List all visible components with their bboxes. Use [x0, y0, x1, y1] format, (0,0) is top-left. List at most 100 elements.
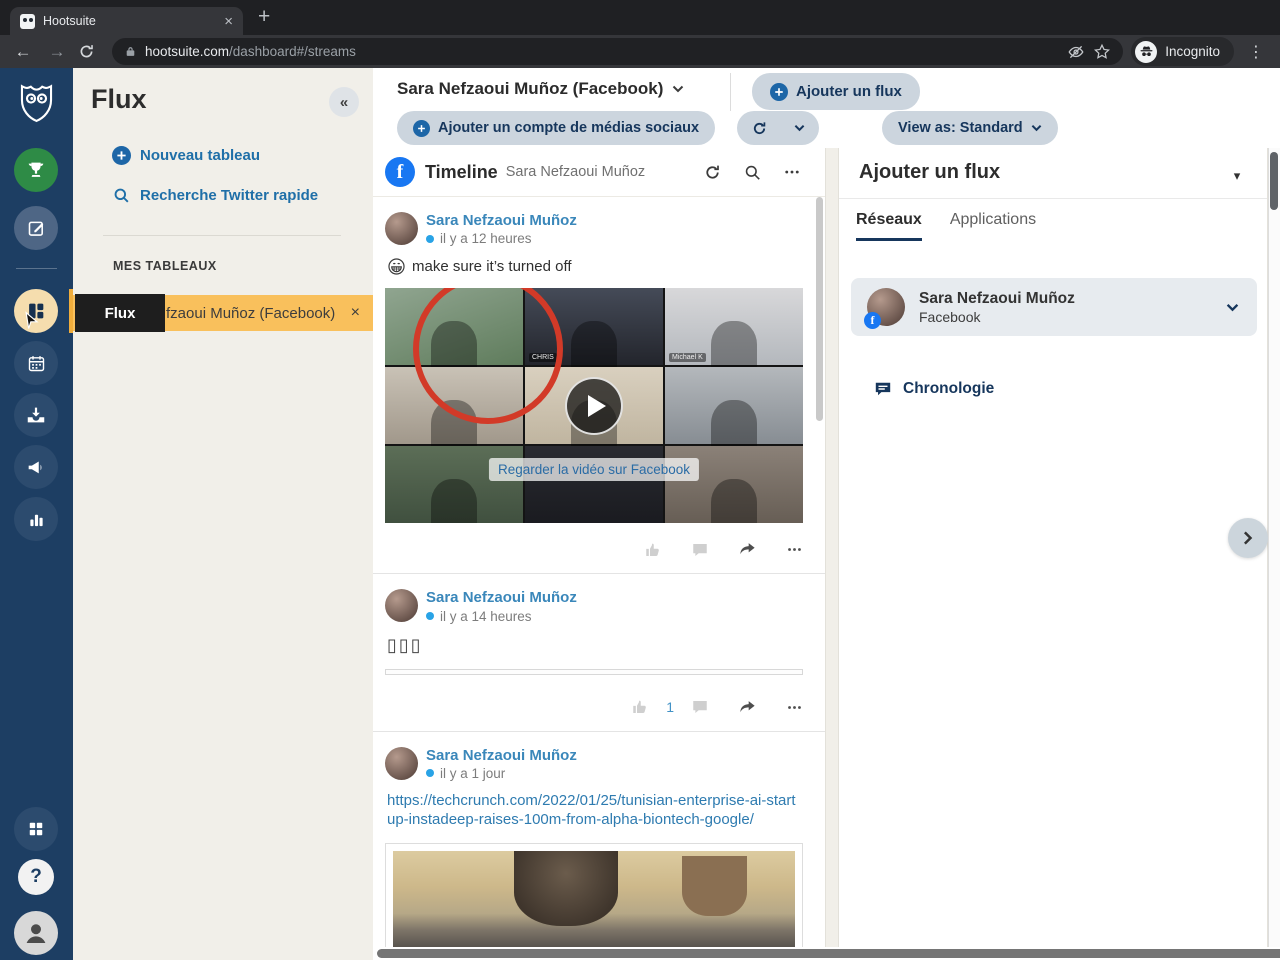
stream-options-icon[interactable]	[783, 163, 801, 181]
facebook-icon: f	[385, 157, 415, 187]
address-bar[interactable]: hootsuite.com/dashboard#/streams	[112, 38, 1124, 65]
search-stream-icon[interactable]	[743, 163, 762, 182]
post-avatar[interactable]	[385, 212, 418, 245]
board-content: f Timeline Sara Nefzaoui Muñoz Sara Nefz…	[373, 148, 1280, 960]
stream-scrollbar[interactable]	[816, 197, 823, 421]
post-author-link[interactable]: Sara Nefzaoui Muñoz	[426, 212, 577, 229]
facebook-timeline-stream: f Timeline Sara Nefzaoui Muñoz Sara Nefz…	[373, 148, 826, 947]
new-board-button[interactable]: Nouveau tableau	[112, 146, 260, 165]
tab-title: Hootsuite	[43, 14, 96, 28]
facebook-badge-icon: f	[864, 312, 881, 329]
my-boards-heading: MES TABLEAUX	[113, 259, 217, 273]
share-icon[interactable]	[738, 698, 757, 717]
divider	[730, 73, 731, 111]
url-text: hootsuite.com/dashboard#/streams	[145, 44, 356, 59]
post: Sara Nefzaoui Muñoz il y a 12 heures mak…	[373, 197, 825, 575]
rail-item-profile[interactable]	[14, 911, 58, 955]
board-title-dropdown[interactable]: Sara Nefzaoui Muñoz (Facebook)	[397, 79, 684, 99]
comment-icon[interactable]	[691, 698, 709, 716]
new-tab-button[interactable]: +	[258, 5, 270, 29]
chevron-down-icon[interactable]	[1226, 303, 1239, 312]
browser-tabstrip: Hootsuite × +	[0, 0, 1280, 35]
horizontal-scrollbar[interactable]	[377, 949, 1280, 958]
post-author-link[interactable]: Sara Nefzaoui Muñoz	[426, 747, 577, 764]
social-account-card[interactable]: f Sara Nefzaoui Muñoz Facebook	[851, 278, 1257, 336]
stream-header: f Timeline Sara Nefzaoui Muñoz	[373, 148, 825, 197]
streams-side-panel: Flux « Nouveau tableau Recherche Twitter…	[73, 68, 373, 960]
tab-applications[interactable]: Applications	[950, 211, 1036, 241]
post: Sara Nefzaoui Muñoz il y a 1 jour https:…	[373, 732, 825, 947]
rail-item-analytics[interactable]	[14, 497, 58, 541]
close-board-icon[interactable]: ×	[351, 304, 360, 322]
eye-off-icon[interactable]	[1067, 43, 1085, 61]
rail-item-apps[interactable]	[14, 807, 58, 851]
add-stream-button[interactable]: Ajouter un flux	[752, 73, 920, 110]
rail-item-help[interactable]: ?	[18, 859, 54, 895]
browser-menu-icon[interactable]: ⋮	[1242, 42, 1270, 62]
like-icon[interactable]	[644, 541, 662, 559]
browser-tab[interactable]: Hootsuite ×	[10, 7, 243, 35]
video-player[interactable]: CHRIS Michael K Regarder la vidéo sur Fa…	[385, 288, 803, 524]
profile-avatar-icon	[26, 924, 46, 943]
compose-icon	[28, 221, 43, 236]
next-page-button[interactable]	[1228, 518, 1268, 558]
stream-subtitle: Sara Nefzaoui Muñoz	[505, 164, 646, 180]
post-author-link[interactable]: Sara Nefzaoui Muñoz	[426, 589, 577, 606]
divider	[103, 235, 341, 236]
rail-item-amplify[interactable]	[14, 445, 58, 489]
post-options-icon[interactable]	[786, 541, 803, 558]
plus-icon	[413, 119, 430, 137]
screen: Hootsuite × + ← → hootsuite.com/dashboar…	[0, 0, 1280, 960]
post-timestamp: il y a 1 jour	[440, 765, 506, 781]
post-avatar[interactable]	[385, 589, 418, 623]
account-name: Sara Nefzaoui Muñoz	[919, 290, 1075, 308]
rail-item-inbox[interactable]	[14, 393, 58, 437]
participant-label: Michael K	[669, 353, 706, 363]
search-icon	[114, 188, 129, 203]
link-preview-card[interactable]	[385, 843, 803, 947]
vertical-scrollbar[interactable]	[1270, 152, 1278, 210]
help-icon: ?	[30, 866, 42, 887]
share-icon[interactable]	[738, 540, 757, 559]
quick-twitter-search-button[interactable]: Recherche Twitter rapide	[112, 186, 318, 205]
watch-on-facebook-link[interactable]: Regarder la vidéo sur Facebook	[488, 458, 700, 482]
grinning-emoji-icon	[388, 258, 405, 275]
media-placeholder	[385, 668, 803, 675]
rail-item-achievements[interactable]	[14, 148, 58, 192]
refresh-streams-button[interactable]	[737, 111, 819, 145]
collapse-add-panel-button[interactable]: ▾	[1223, 162, 1251, 190]
status-dot	[426, 769, 434, 778]
calendar-icon	[28, 355, 44, 371]
link-preview-image	[393, 851, 795, 947]
back-icon[interactable]: ←	[10, 42, 36, 62]
comment-icon[interactable]	[691, 541, 709, 559]
browser-toolbar: ← → hootsuite.com/dashboard#/streams Inc…	[0, 35, 1280, 68]
reload-icon[interactable]	[78, 43, 104, 60]
chevron-down-icon	[1031, 124, 1041, 132]
post-options-icon[interactable]	[786, 699, 803, 716]
quick-search-label: Recherche Twitter rapide	[140, 187, 319, 204]
rail-item-planner[interactable]	[14, 341, 58, 385]
stream-type-chronologie[interactable]: Chronologie	[874, 380, 994, 398]
forward-icon[interactable]: →	[44, 42, 70, 62]
like-count[interactable]: 1	[666, 699, 674, 715]
tab-close-icon[interactable]: ×	[224, 14, 233, 29]
hootsuite-app: ? Flux « Nouveau tableau Recherche Twitt…	[0, 68, 1280, 960]
nav-rail: ?	[0, 68, 73, 960]
bookmark-star-icon[interactable]	[1093, 43, 1111, 61]
add-stream-panel: Ajouter un flux ▾ Réseaux Applications f…	[838, 148, 1268, 947]
refresh-stream-icon[interactable]	[703, 163, 722, 182]
main-area: Sara Nefzaoui Muñoz (Facebook) Ajouter u…	[373, 68, 1280, 960]
play-button[interactable]	[565, 376, 623, 435]
add-social-account-button[interactable]: Ajouter un compte de médias sociaux	[397, 111, 716, 145]
post-text: ▯▯▯	[387, 634, 423, 655]
post-avatar[interactable]	[385, 746, 418, 780]
horizontal-scrollbar-track	[373, 947, 1280, 960]
view-as-button[interactable]: View as: Standard	[882, 111, 1058, 145]
rail-item-compose[interactable]	[14, 206, 58, 250]
like-icon[interactable]	[631, 698, 649, 716]
post-link[interactable]: https://techcrunch.com/2022/01/25/tunisi…	[387, 791, 803, 829]
inbox-icon	[27, 407, 45, 423]
collapse-panel-button[interactable]: «	[329, 87, 359, 117]
tab-reseaux[interactable]: Réseaux	[856, 211, 922, 241]
